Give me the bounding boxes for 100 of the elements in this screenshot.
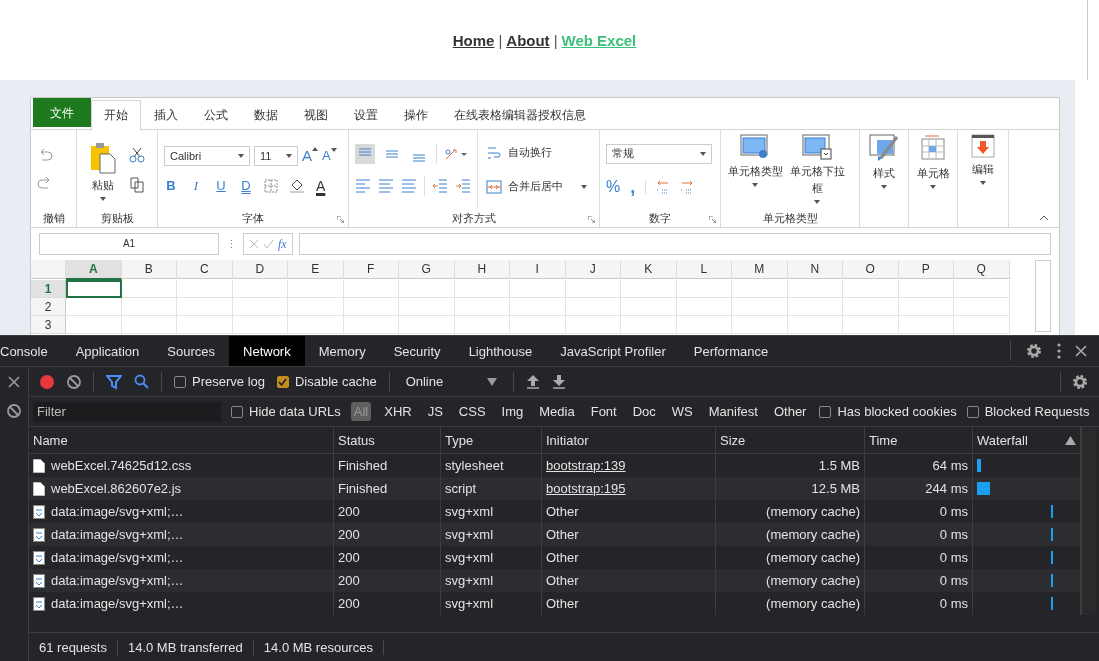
initiator-link[interactable]: bootstrap:139 <box>546 458 626 473</box>
devtools-tab[interactable]: JavaScript Profiler <box>546 336 680 366</box>
grid-cell[interactable] <box>898 298 954 316</box>
type-filter-button[interactable]: Manifest <box>705 402 761 421</box>
copy-icon[interactable] <box>129 176 145 193</box>
grid-cell[interactable] <box>676 316 732 334</box>
file-tab[interactable]: 文件 <box>33 98 91 127</box>
type-filter-button[interactable]: Img <box>498 402 527 421</box>
grid-cell[interactable] <box>399 316 455 334</box>
cell-type-button[interactable]: 单元格下拉框 <box>789 130 845 204</box>
align-button[interactable] <box>355 143 375 164</box>
grid-cell[interactable] <box>565 298 621 316</box>
check-icon[interactable] <box>263 239 274 249</box>
caret-icon[interactable] <box>238 153 244 158</box>
column-header[interactable]: Size <box>720 432 746 448</box>
column-header[interactable]: F <box>343 260 399 279</box>
edit-button[interactable]: 编辑 <box>964 130 1002 185</box>
grid-cell[interactable] <box>787 280 843 298</box>
grid-cell[interactable] <box>454 298 510 316</box>
grid-cell[interactable] <box>510 298 566 316</box>
column-header[interactable]: L <box>676 260 732 279</box>
scrollbar[interactable] <box>1081 427 1096 615</box>
font-family-select[interactable]: Calibri <box>164 145 250 166</box>
grid-cell[interactable] <box>454 280 510 298</box>
cell-type-button[interactable]: 单元格类型 <box>727 130 783 187</box>
grid-cell[interactable] <box>232 298 288 316</box>
column-header[interactable]: D <box>232 260 288 279</box>
caret-icon[interactable] <box>752 183 758 187</box>
wrap-text-button[interactable]: 自动换行 <box>486 144 552 161</box>
type-filter-button[interactable]: WS <box>668 402 696 421</box>
increase-indent-icon[interactable] <box>455 178 471 193</box>
upload-icon[interactable] <box>526 374 541 389</box>
insert-function-button[interactable]: fx <box>278 236 287 252</box>
devtools-tab[interactable]: Memory <box>304 336 380 366</box>
active-cell[interactable] <box>66 280 122 298</box>
column-header[interactable]: I <box>510 260 566 279</box>
grid-cell[interactable] <box>288 316 344 334</box>
decrease-indent-icon[interactable] <box>432 178 448 193</box>
devtools-tab[interactable]: Sources <box>153 336 229 366</box>
collapse-ribbon-icon[interactable] <box>1039 215 1049 221</box>
caret-icon[interactable] <box>286 153 292 158</box>
caret-icon[interactable] <box>930 185 936 189</box>
grid-cell[interactable] <box>343 298 399 316</box>
nav-link[interactable]: Home <box>452 31 495 49</box>
increase-decimal-icon[interactable] <box>656 179 671 194</box>
merge-center-button[interactable]: 合并后居中 <box>486 178 587 195</box>
caret-icon[interactable] <box>312 147 318 151</box>
ribbon-tab[interactable]: 数据 <box>241 100 291 129</box>
scissors-icon[interactable] <box>129 146 145 163</box>
checkbox[interactable] <box>966 405 979 418</box>
align-lines-icon[interactable] <box>378 178 394 193</box>
request-name[interactable]: webExcel.74625d12.css <box>51 458 192 473</box>
grid-cell[interactable] <box>565 280 621 298</box>
grid-cell[interactable] <box>288 298 344 316</box>
grid-cell[interactable] <box>732 280 788 298</box>
grid-cell[interactable] <box>343 316 399 334</box>
filter-field[interactable]: Filter <box>33 401 221 422</box>
ribbon-tab[interactable]: 操作 <box>391 100 441 129</box>
column-header[interactable]: E <box>288 260 344 279</box>
column-header[interactable]: H <box>454 260 510 279</box>
block-icon[interactable] <box>7 404 21 418</box>
caret-icon[interactable] <box>881 185 887 189</box>
ribbon-tab[interactable]: 设置 <box>341 100 391 129</box>
column-header[interactable]: Time <box>869 432 898 448</box>
grid-cell[interactable] <box>621 280 677 298</box>
devtools-tab[interactable]: Security <box>379 336 455 366</box>
grid-cell[interactable] <box>676 280 732 298</box>
ribbon-tab[interactable]: 开始 <box>91 100 141 130</box>
cells-button[interactable]: 单元格 <box>915 130 951 189</box>
decrease-decimal-icon[interactable] <box>680 179 695 194</box>
column-header[interactable]: P <box>898 260 954 279</box>
column-header[interactable]: Q <box>954 260 1010 279</box>
launcher-icon[interactable] <box>337 216 344 223</box>
grid-cell[interactable] <box>510 316 566 334</box>
settings-icon[interactable] <box>1025 342 1043 360</box>
align-lines-icon[interactable] <box>401 178 417 193</box>
caret-icon[interactable] <box>700 151 706 156</box>
grid-cell[interactable] <box>232 280 288 298</box>
column-header[interactable]: M <box>732 260 788 279</box>
align-lines-icon[interactable] <box>355 178 371 193</box>
column-header[interactable]: B <box>121 260 177 279</box>
grid-cell[interactable] <box>954 316 1010 334</box>
column-header[interactable]: O <box>843 260 899 279</box>
request-name[interactable]: data:image/svg+xml;… <box>51 596 184 611</box>
type-filter-button[interactable]: Font <box>587 402 620 421</box>
type-filter-button[interactable]: JS <box>424 402 446 421</box>
formula-input[interactable] <box>298 233 1051 255</box>
column-header[interactable]: Status <box>338 432 375 448</box>
font-color-button[interactable]: A <box>316 177 326 194</box>
format-button[interactable]: U <box>214 178 228 193</box>
column-header[interactable]: J <box>565 260 621 279</box>
format-button[interactable]: B <box>164 178 178 193</box>
column-header[interactable]: N <box>787 260 843 279</box>
grid-cell[interactable] <box>177 298 233 316</box>
fill-color-icon[interactable] <box>289 177 305 194</box>
sort-ascending-icon[interactable] <box>1065 435 1076 445</box>
type-filter-button[interactable]: Other <box>770 402 810 421</box>
devtools-tab[interactable]: Application <box>61 336 154 366</box>
paste-button[interactable]: 粘贴 <box>83 138 123 201</box>
style-button[interactable]: 样式 <box>866 130 902 189</box>
